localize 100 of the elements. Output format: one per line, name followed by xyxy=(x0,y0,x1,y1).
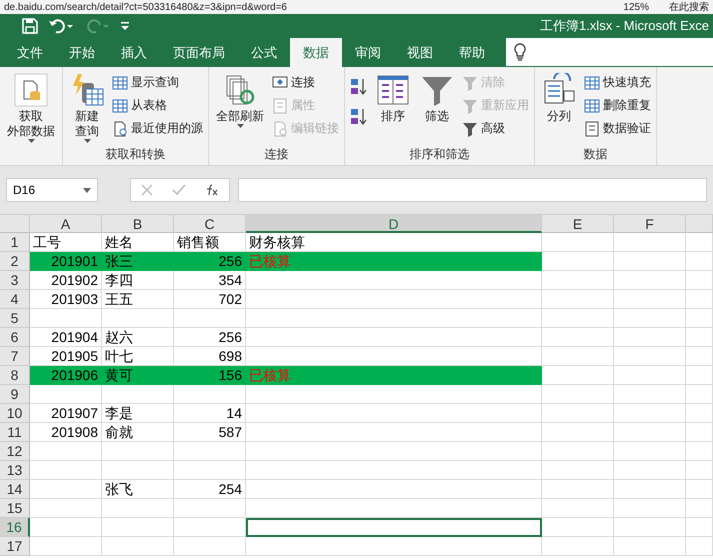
status-text: 已核算 xyxy=(249,367,291,383)
ribbon-button[interactable]: 新建 查询 xyxy=(68,71,106,146)
ribbon-item[interactable]: 最近使用的源 xyxy=(112,119,203,138)
row-header[interactable]: 15 xyxy=(0,499,30,518)
table-cell: 201902 xyxy=(30,271,102,290)
ribbon-item[interactable]: 从表格 xyxy=(112,96,203,115)
sort-icon[interactable] xyxy=(350,107,368,127)
table-cell: 254 xyxy=(174,480,246,499)
row-header[interactable]: 12 xyxy=(0,442,30,461)
ribbon-tab[interactable]: 开始 xyxy=(56,38,108,67)
sort-icon xyxy=(376,73,410,107)
table-icon xyxy=(584,98,600,114)
ribbon-tab[interactable]: 公式 xyxy=(238,38,290,67)
ribbon-item[interactable]: 数据验证 xyxy=(584,119,651,138)
query-icon xyxy=(70,73,104,107)
table-cell xyxy=(686,518,713,537)
table-cell xyxy=(102,385,174,404)
ribbon-tab[interactable]: 页面布局 xyxy=(160,38,238,67)
row-header[interactable]: 14 xyxy=(0,480,30,499)
table-icon xyxy=(112,74,128,90)
table-cell: 201906 xyxy=(30,366,102,385)
db-icon xyxy=(14,73,48,107)
table-cell: 201904 xyxy=(30,328,102,347)
ribbon-item[interactable]: 高级 xyxy=(462,119,529,138)
funnel-icon xyxy=(462,120,478,136)
table-cell xyxy=(614,518,686,537)
ribbon-button[interactable]: 获取 外部数据 xyxy=(5,71,57,163)
column-header[interactable]: B xyxy=(102,215,174,233)
window-title: 工作簿1.xlsx - Microsoft Exce xyxy=(540,17,710,35)
checkmark-icon[interactable] xyxy=(172,184,186,196)
table-cell xyxy=(686,347,713,366)
ribbon-tab[interactable]: 帮助 xyxy=(446,38,498,67)
sort-icon[interactable] xyxy=(350,77,368,97)
table-cell: 156 xyxy=(174,366,246,385)
name-box[interactable]: D16 xyxy=(6,178,98,202)
table-cell xyxy=(614,442,686,461)
row-header[interactable]: 4 xyxy=(0,290,30,309)
ribbon-item[interactable]: 快速填充 xyxy=(584,73,651,92)
ribbon-item[interactable]: 连接 xyxy=(272,73,339,92)
row-header[interactable]: 5 xyxy=(0,309,30,328)
ribbon-tab[interactable]: 插入 xyxy=(108,38,160,67)
ribbon-tab[interactable]: 视图 xyxy=(394,38,446,67)
row-header[interactable]: 2 xyxy=(0,252,30,271)
table-cell xyxy=(542,309,614,328)
undo-icon[interactable] xyxy=(48,18,74,34)
row-header[interactable]: 10 xyxy=(0,404,30,423)
zoom-text: 125% xyxy=(623,2,649,12)
column-header[interactable]: F xyxy=(614,215,686,233)
table-cell xyxy=(102,442,174,461)
row-header[interactable]: 7 xyxy=(0,347,30,366)
table-cell xyxy=(174,499,246,518)
table-cell xyxy=(614,537,686,556)
table-icon xyxy=(112,98,128,114)
doc-icon xyxy=(112,120,128,136)
ribbon-item[interactable]: 删除重复 xyxy=(584,96,651,115)
ribbon-button[interactable]: 全部刷新 xyxy=(214,71,266,146)
table-cell xyxy=(614,328,686,347)
column-header[interactable]: A xyxy=(30,215,102,233)
table-cell xyxy=(102,499,174,518)
row-header[interactable]: 8 xyxy=(0,366,30,385)
ribbon-button[interactable]: 排序 xyxy=(374,71,412,146)
ribbon-tab[interactable]: 文件 xyxy=(4,38,56,67)
column-header[interactable]: D xyxy=(246,215,542,233)
ribbon-button[interactable]: 筛选 xyxy=(418,71,456,146)
table-cell xyxy=(102,518,174,537)
group-label: 获取和转换 xyxy=(104,146,166,163)
table-cell xyxy=(174,537,246,556)
search-text: 在此搜索 xyxy=(669,0,709,14)
table-cell xyxy=(542,518,614,537)
formula-input-field[interactable] xyxy=(238,178,707,202)
table-cell xyxy=(174,461,246,480)
row-header[interactable]: 3 xyxy=(0,271,30,290)
row-header[interactable]: 1 xyxy=(0,233,30,252)
ribbon-button[interactable]: 分列 xyxy=(540,71,578,146)
table-cell xyxy=(686,461,713,480)
table-cell: 702 xyxy=(174,290,246,309)
table-cell xyxy=(542,385,614,404)
selected-cell[interactable] xyxy=(246,518,542,537)
table-icon xyxy=(584,74,600,90)
customize-menu-icon[interactable] xyxy=(120,21,130,31)
ribbon-tab[interactable]: 审阅 xyxy=(342,38,394,67)
tell-me-field[interactable] xyxy=(506,38,713,66)
ribbon-item[interactable]: 显示查询 xyxy=(112,73,203,92)
function-icon[interactable] xyxy=(205,184,220,196)
row-header[interactable]: 6 xyxy=(0,328,30,347)
table-cell: 赵六 xyxy=(102,328,174,347)
table-cell: 俞就 xyxy=(102,423,174,442)
save-icon[interactable] xyxy=(22,18,38,34)
row-header[interactable]: 17 xyxy=(0,537,30,556)
column-header[interactable]: C xyxy=(174,215,246,233)
row-header[interactable]: 16 xyxy=(0,518,30,537)
row-header[interactable]: 9 xyxy=(0,385,30,404)
table-cell xyxy=(614,271,686,290)
row-header[interactable]: 13 xyxy=(0,461,30,480)
ribbon-tab[interactable]: 数据 xyxy=(290,38,342,67)
table-cell xyxy=(686,271,713,290)
table-cell: 354 xyxy=(174,271,246,290)
row-header[interactable]: 11 xyxy=(0,423,30,442)
group-label: 排序和筛选 xyxy=(408,146,470,163)
column-header[interactable]: E xyxy=(542,215,614,233)
